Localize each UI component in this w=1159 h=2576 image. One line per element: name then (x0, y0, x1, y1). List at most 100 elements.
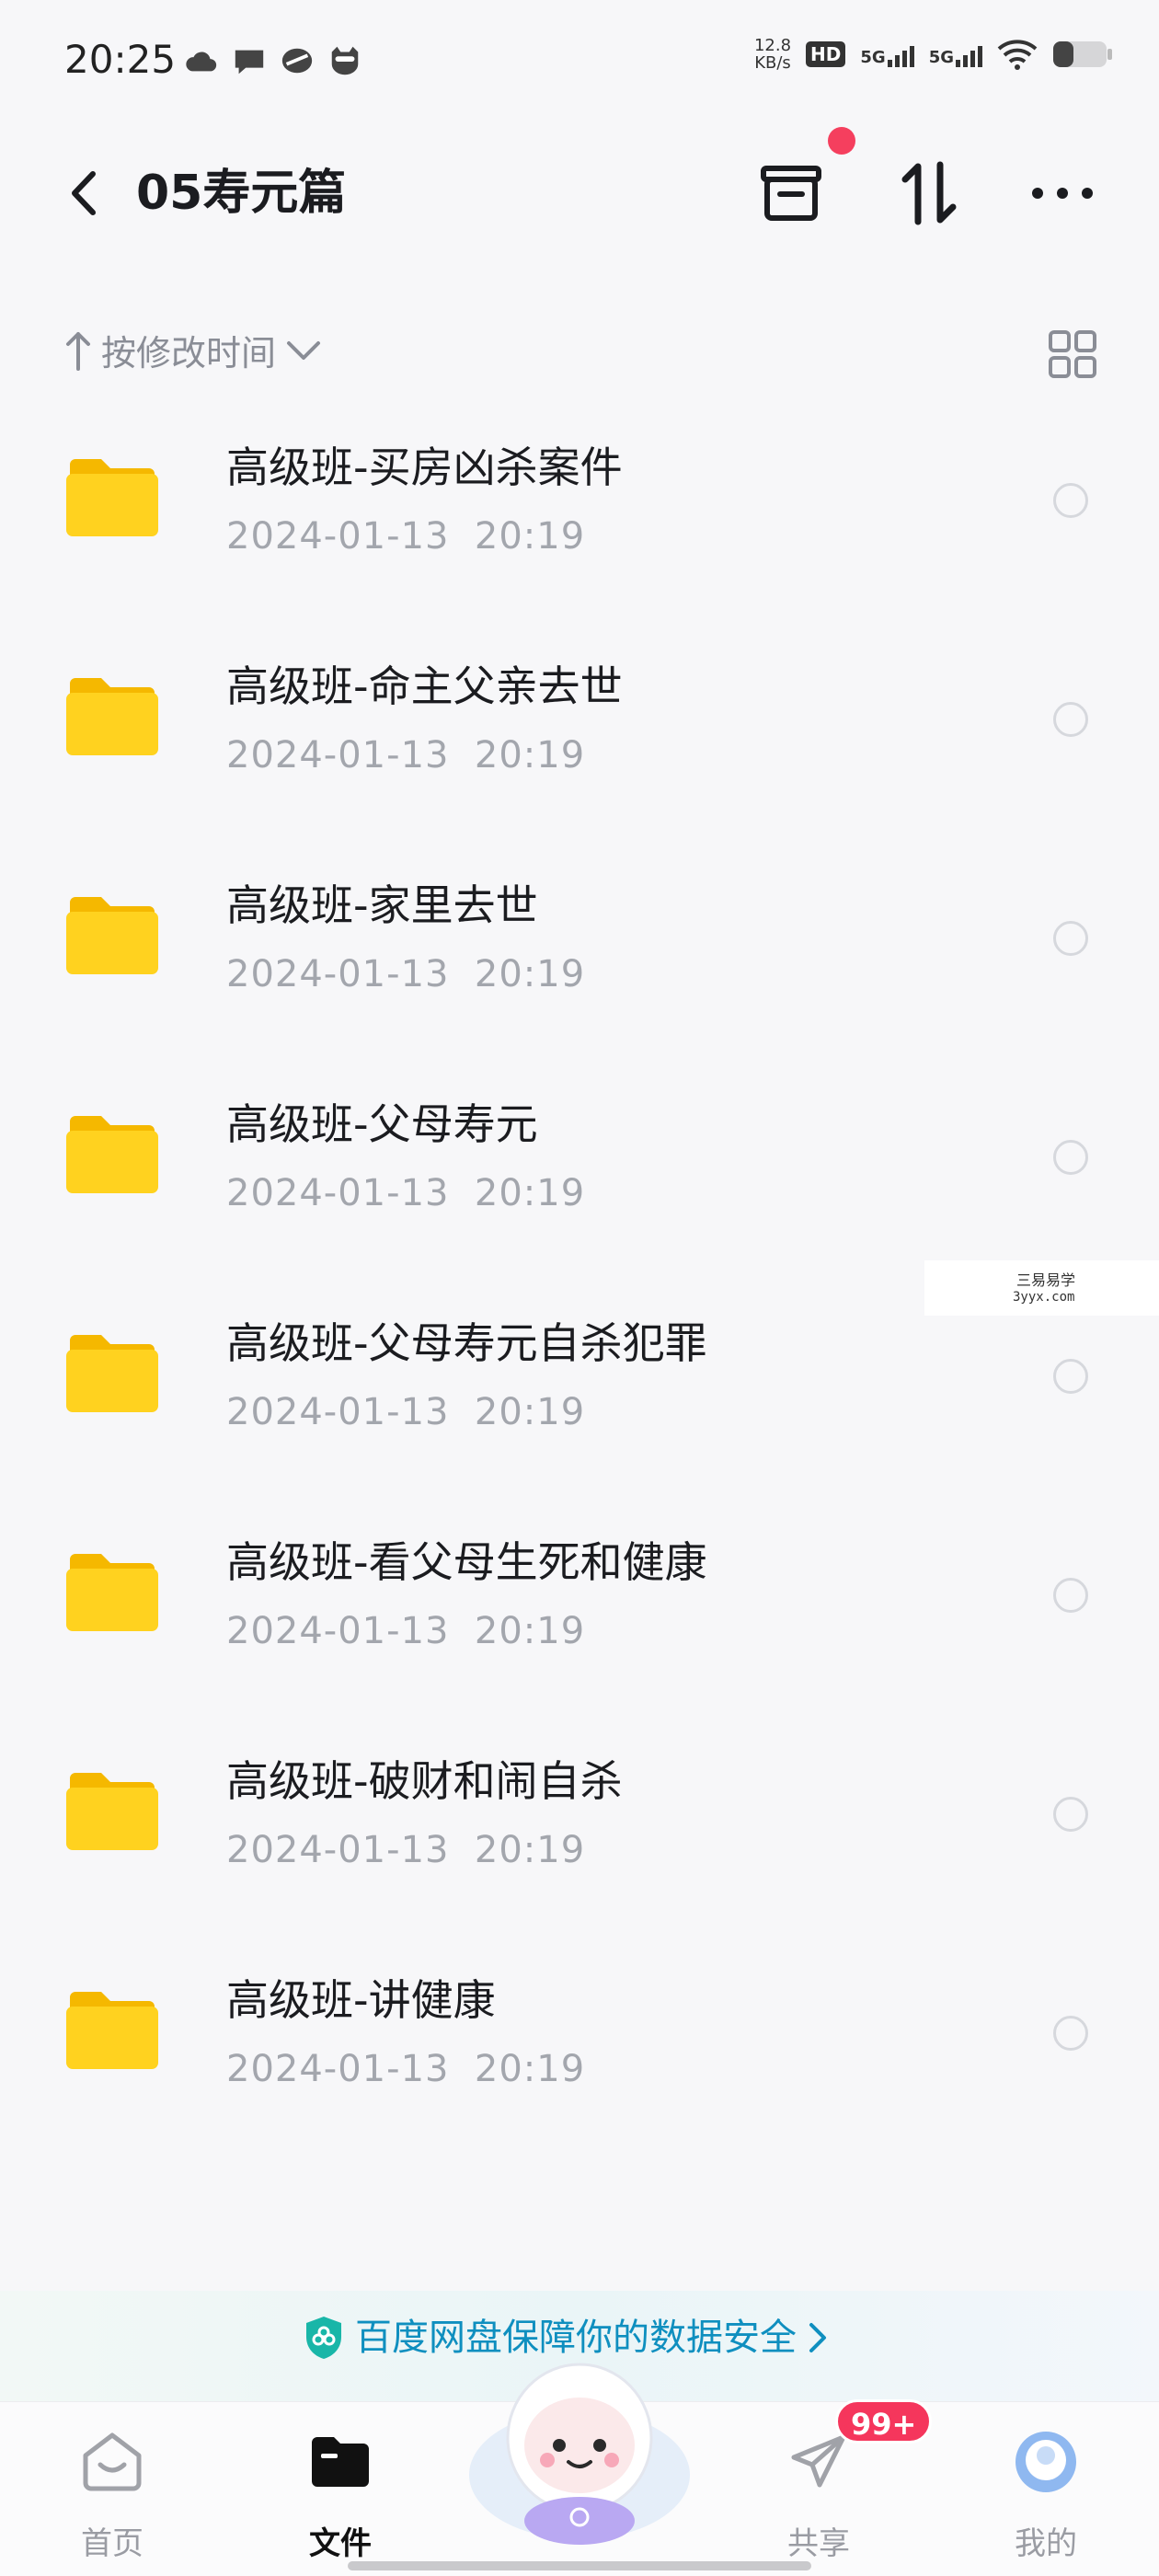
file-name: 高级班-买房凶杀案件 (226, 443, 623, 492)
page-title: 05寿元篇 (136, 166, 347, 221)
network-speed-unit: KB/s (754, 53, 791, 73)
mascot-button[interactable] (460, 2337, 699, 2548)
select-checkbox[interactable] (1053, 1578, 1088, 1613)
sort-label: 按修改时间 (101, 333, 277, 374)
folder-icon (66, 1335, 158, 1412)
list-item[interactable]: 高级班-讲健康 2024-01-13 20:19 (0, 1938, 1159, 2156)
grid-view-icon[interactable] (1047, 328, 1098, 380)
list-item[interactable]: 高级班-家里去世 2024-01-13 20:19 (0, 843, 1159, 1062)
folder-icon (66, 897, 158, 974)
battery-icon (1053, 41, 1112, 67)
select-checkbox[interactable] (1053, 2016, 1088, 2051)
list-item[interactable]: 高级班-破财和闹自杀 2024-01-13 20:19 (0, 1719, 1159, 1938)
file-modified: 2024-01-13 20:19 (226, 1827, 585, 1873)
file-time: 20:19 (474, 1391, 586, 1433)
chevron-down-icon (287, 340, 321, 360)
select-checkbox[interactable] (1053, 702, 1088, 737)
folder-icon (312, 2437, 369, 2487)
file-name: 高级班-家里去世 (226, 880, 538, 930)
tab-me[interactable]: 我的 (972, 2419, 1119, 2566)
avatar-icon (1016, 2432, 1076, 2492)
tab-files[interactable]: 文件 (267, 2419, 414, 2566)
file-time: 20:19 (474, 1829, 586, 1871)
tab-files-label: 文件 (309, 2525, 372, 2562)
sort-by-modified-time[interactable]: 按修改时间 (64, 325, 322, 375)
tab-home[interactable]: 首页 (39, 2419, 186, 2566)
status-time: 20:25 (64, 37, 177, 82)
file-modified: 2024-01-13 20:19 (226, 2046, 585, 2092)
sort-bar: 按修改时间 (0, 317, 1159, 382)
hd-badge: HD (806, 41, 846, 67)
cat-icon (331, 46, 359, 75)
list-item[interactable]: 高级班-买房凶杀案件 2024-01-13 20:19 (0, 405, 1159, 624)
chevron-right-icon (809, 2323, 826, 2352)
folder-icon (66, 1554, 158, 1631)
file-modified: 2024-01-13 20:19 (226, 1170, 585, 1216)
file-name: 高级班-看父母生死和健康 (226, 1537, 707, 1587)
file-time: 20:19 (474, 2048, 586, 2090)
watermark-line1: 三易易学 (1016, 1271, 1076, 1289)
file-date: 2024-01-13 (226, 1610, 450, 1652)
select-checkbox[interactable] (1053, 921, 1088, 956)
folder-icon (66, 1992, 158, 2069)
file-time: 20:19 (474, 515, 586, 558)
sort-button[interactable] (892, 156, 966, 230)
home-icon (83, 2432, 142, 2491)
transfer-list-button[interactable] (754, 156, 828, 230)
signal-sim2-label: 5G (928, 48, 954, 67)
select-checkbox[interactable] (1053, 1797, 1088, 1832)
folder-icon (66, 1773, 158, 1850)
folder-icon (66, 678, 158, 755)
file-time: 20:19 (474, 1610, 586, 1652)
chat-icon (235, 50, 264, 75)
file-modified: 2024-01-13 20:19 (226, 1608, 585, 1654)
shield-icon (306, 2317, 341, 2359)
inbox-icon (761, 166, 821, 221)
list-item[interactable]: 高级班-命主父亲去世 2024-01-13 20:19 (0, 624, 1159, 843)
list-item[interactable]: 高级班-父母寿元 2024-01-13 20:19 (0, 1062, 1159, 1281)
tab-home-label: 首页 (81, 2525, 143, 2562)
file-name: 高级班-命主父亲去世 (226, 661, 623, 711)
watermark-line2: 3yyx.com (1013, 1290, 1075, 1305)
list-item[interactable]: 高级班-看父母生死和健康 2024-01-13 20:19 (0, 1500, 1159, 1719)
file-name: 高级班-破财和闹自杀 (226, 1756, 623, 1806)
file-date: 2024-01-13 (226, 1829, 450, 1871)
more-options-button[interactable] (1026, 156, 1099, 230)
signal-sim2: 5G (929, 41, 982, 67)
file-name: 高级班-父母寿元自杀犯罪 (226, 1318, 707, 1368)
select-checkbox[interactable] (1053, 1140, 1088, 1175)
sort-arrows-icon (901, 161, 957, 225)
page: 20:25 12.8 KB/s HD 5G 5G 05寿元篇 按修改时间 高级班… (0, 0, 1159, 2576)
file-modified: 2024-01-13 20:19 (226, 1389, 585, 1435)
file-date: 2024-01-13 (226, 515, 450, 558)
file-modified: 2024-01-13 20:19 (226, 732, 585, 778)
notification-icons (184, 44, 362, 77)
select-checkbox[interactable] (1053, 1359, 1088, 1394)
more-icon (1032, 188, 1093, 199)
back-button[interactable] (55, 166, 110, 221)
app-icon (281, 48, 313, 74)
top-app-bar: 05寿元篇 (0, 138, 1159, 248)
file-time: 20:19 (474, 734, 586, 776)
arrow-up-icon (66, 331, 90, 371)
folder-icon (66, 459, 158, 536)
file-date: 2024-01-13 (226, 1391, 450, 1433)
share-count-badge: 99+ (835, 2399, 933, 2444)
cloud-icon (186, 52, 217, 72)
file-time: 20:19 (474, 1172, 586, 1214)
signal-bars-icon (887, 41, 914, 67)
file-date: 2024-01-13 (226, 953, 450, 995)
wifi-icon (997, 40, 1038, 70)
tab-share-label: 共享 (787, 2525, 850, 2562)
send-icon (791, 2434, 846, 2488)
file-modified: 2024-01-13 20:19 (226, 513, 585, 559)
tab-me-label: 我的 (1015, 2525, 1077, 2562)
file-time: 20:19 (474, 953, 586, 995)
file-name: 高级班-父母寿元 (226, 1099, 538, 1149)
network-speed-value: 12.8 (753, 36, 792, 55)
chevron-left-icon (72, 171, 96, 215)
file-date: 2024-01-13 (226, 1172, 450, 1214)
notification-dot (828, 127, 855, 155)
network-speed: 12.8 KB/s (754, 37, 791, 72)
select-checkbox[interactable] (1053, 483, 1088, 518)
